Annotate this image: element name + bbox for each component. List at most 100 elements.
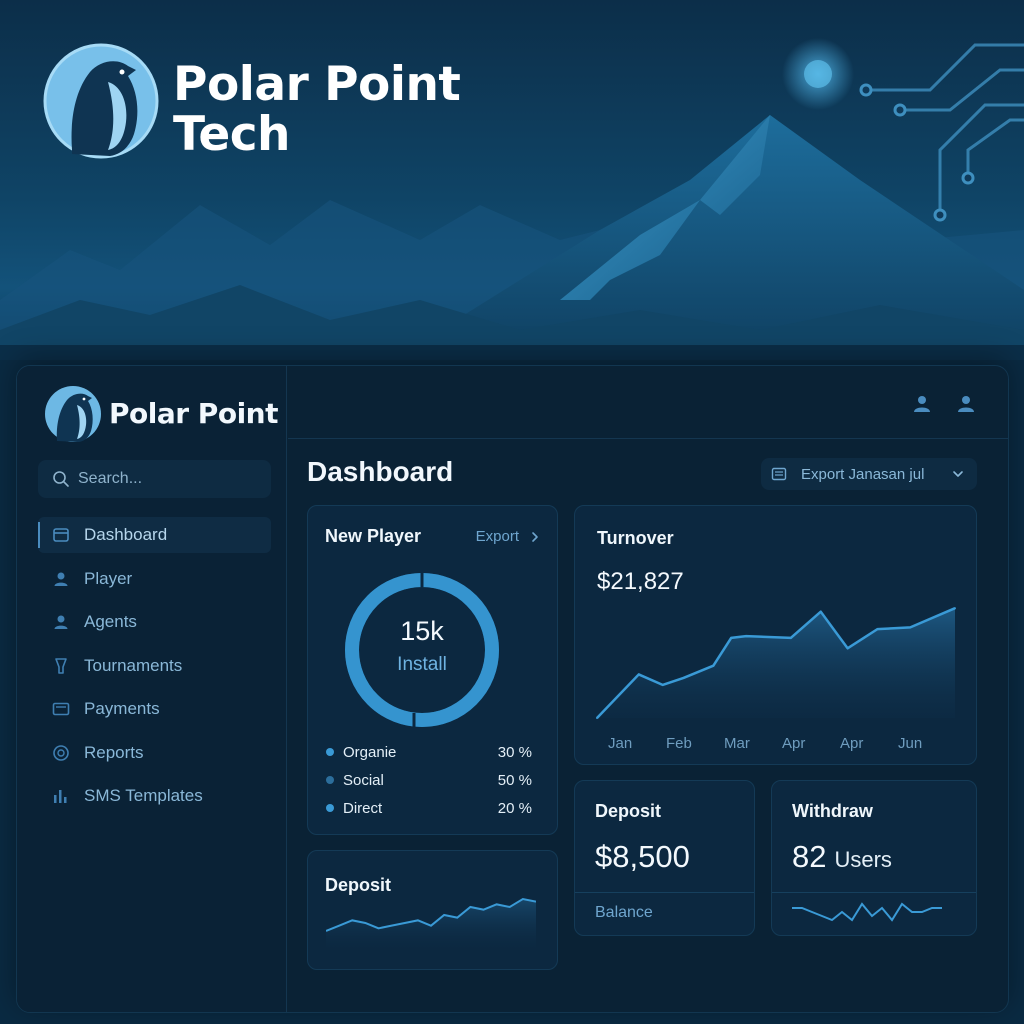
sidebar-item-label: Agents [84, 612, 137, 631]
withdraw-value-group: 82 Users [792, 839, 892, 875]
payments-icon [52, 702, 70, 716]
divider [772, 892, 976, 893]
turnover-card: Turnover $21,827 Jan Feb Mar Apr Apr Jun [574, 505, 977, 765]
sidebar-brand: Polar Point [109, 397, 278, 430]
turnover-data-point [661, 683, 664, 686]
legend-label: Direct [343, 799, 383, 817]
sidebar-item-label: Dashboard [84, 525, 168, 544]
search-input[interactable] [78, 470, 258, 488]
divider [575, 892, 754, 893]
turnover-data-point [876, 628, 879, 631]
deposit-sparkline-card: Deposit [307, 850, 558, 970]
export-dropdown[interactable]: Export Janasan jul [761, 458, 977, 490]
x-tick-label: Mar [724, 735, 750, 752]
sidebar-item-label: SMS Templates [84, 786, 203, 805]
reports-icon [53, 744, 69, 761]
legend-value: 30 % [497, 743, 532, 761]
legend-dot [326, 776, 334, 784]
turnover-data-point [596, 717, 598, 719]
sidebar-item-payments[interactable]: Payments [38, 691, 271, 727]
withdraw-sparkline [792, 902, 942, 922]
turnover-data-point [789, 636, 792, 639]
donut-center-label: Install [397, 654, 447, 675]
hero-banner: Polar Point Tech [0, 0, 1024, 360]
withdraw-card: Withdraw 82 Users [771, 780, 977, 936]
sidebar-item-dashboard[interactable]: Dashboard [38, 517, 271, 553]
turnover-data-point [637, 673, 640, 676]
tournaments-icon [55, 657, 67, 674]
legend-value: 20 % [497, 799, 532, 817]
legend-value: 50 % [497, 771, 532, 789]
sidebar-item-tournaments[interactable]: Tournaments [38, 648, 271, 684]
legend-dot [326, 748, 334, 756]
legend-item-social: Social 50 % [326, 770, 532, 790]
sidebar-item-agents[interactable]: Agents [38, 604, 271, 640]
card-title: New Player [325, 526, 422, 546]
search-box[interactable] [38, 460, 271, 498]
chevron-right-icon [532, 531, 538, 542]
hero-title: Polar Point Tech [173, 57, 461, 162]
dashboard-icon [53, 528, 69, 542]
deposit-card: Deposit $8,500 Balance [574, 780, 755, 936]
card-title: Withdraw [792, 801, 873, 821]
hero-title-line2: Tech [173, 107, 291, 162]
turnover-area-chart [596, 607, 956, 719]
sidebar-item-player[interactable]: Player [38, 561, 271, 597]
x-tick-label: Jan [608, 735, 633, 752]
turnover-data-point [682, 676, 685, 679]
export-dropdown-value: Export Janasan jul [801, 465, 925, 483]
legend-label: Social [343, 771, 384, 789]
player-icon [54, 572, 68, 586]
x-tick-label: Jun [898, 735, 923, 752]
penguin-logo-icon [45, 386, 101, 442]
x-tick-label: Feb [666, 735, 692, 752]
x-tick-label: Apr [782, 735, 806, 752]
legend-label: Organie [343, 743, 397, 761]
turnover-data-point [745, 635, 748, 638]
sidebar-item-label: Tournaments [84, 655, 183, 675]
withdraw-unit: Users [834, 847, 892, 872]
deposit-sparkline [326, 897, 536, 955]
deposit-value: $8,500 [595, 839, 690, 874]
export-link-label: Export [475, 528, 519, 545]
card-title: Deposit [325, 875, 392, 895]
turnover-data-point [730, 636, 733, 639]
legend-dot [326, 804, 334, 812]
chevron-down-icon [953, 471, 963, 477]
turnover-data-point [909, 626, 912, 629]
turnover-data-point [712, 664, 715, 667]
withdraw-value: 82 [792, 839, 827, 874]
agents-icon [54, 615, 68, 629]
deposit-sparkline-fill [326, 899, 536, 955]
legend-item-organie: Organie 30 % [326, 742, 532, 762]
sms-templates-icon [54, 790, 67, 803]
hero-title-line1: Polar Point [173, 57, 461, 112]
search-icon [53, 471, 69, 487]
profile-icon[interactable] [956, 394, 976, 414]
dashboard-window: Polar Point Dashboard Playe [16, 365, 1009, 1013]
sidebar-item-reports[interactable]: Reports [38, 735, 271, 771]
turnover-data-point [819, 610, 822, 613]
sidebar-item-label: Reports [84, 742, 144, 762]
sidebar-item-label: Payments [84, 699, 160, 718]
new-player-card: New Player Export 15k Install Organie 30… [307, 505, 558, 835]
donut-center-value: 15k [400, 616, 444, 646]
turnover-data-point [954, 607, 956, 610]
turnover-data-point [846, 647, 849, 650]
sidebar: Polar Point Dashboard Playe [17, 366, 287, 1012]
penguin-logo-icon [43, 43, 159, 159]
install-donut-chart [345, 573, 499, 727]
page-title: Dashboard [307, 456, 454, 487]
export-link[interactable]: Export [476, 528, 541, 545]
calendar-icon [771, 467, 787, 481]
turnover-area-fill [597, 608, 955, 718]
top-bar [288, 366, 1008, 439]
x-tick-label: Apr [840, 735, 864, 752]
sidebar-nav: Dashboard Player Agents Tournaments Paym… [38, 517, 271, 822]
card-title: Deposit [595, 801, 662, 821]
withdraw-sparkline-line [792, 902, 942, 922]
legend-item-direct: Direct 20 % [326, 798, 532, 818]
sidebar-item-sms-templates[interactable]: SMS Templates [38, 778, 271, 814]
user-icon[interactable] [912, 394, 932, 414]
deposit-sub-label: Balance [595, 904, 653, 921]
